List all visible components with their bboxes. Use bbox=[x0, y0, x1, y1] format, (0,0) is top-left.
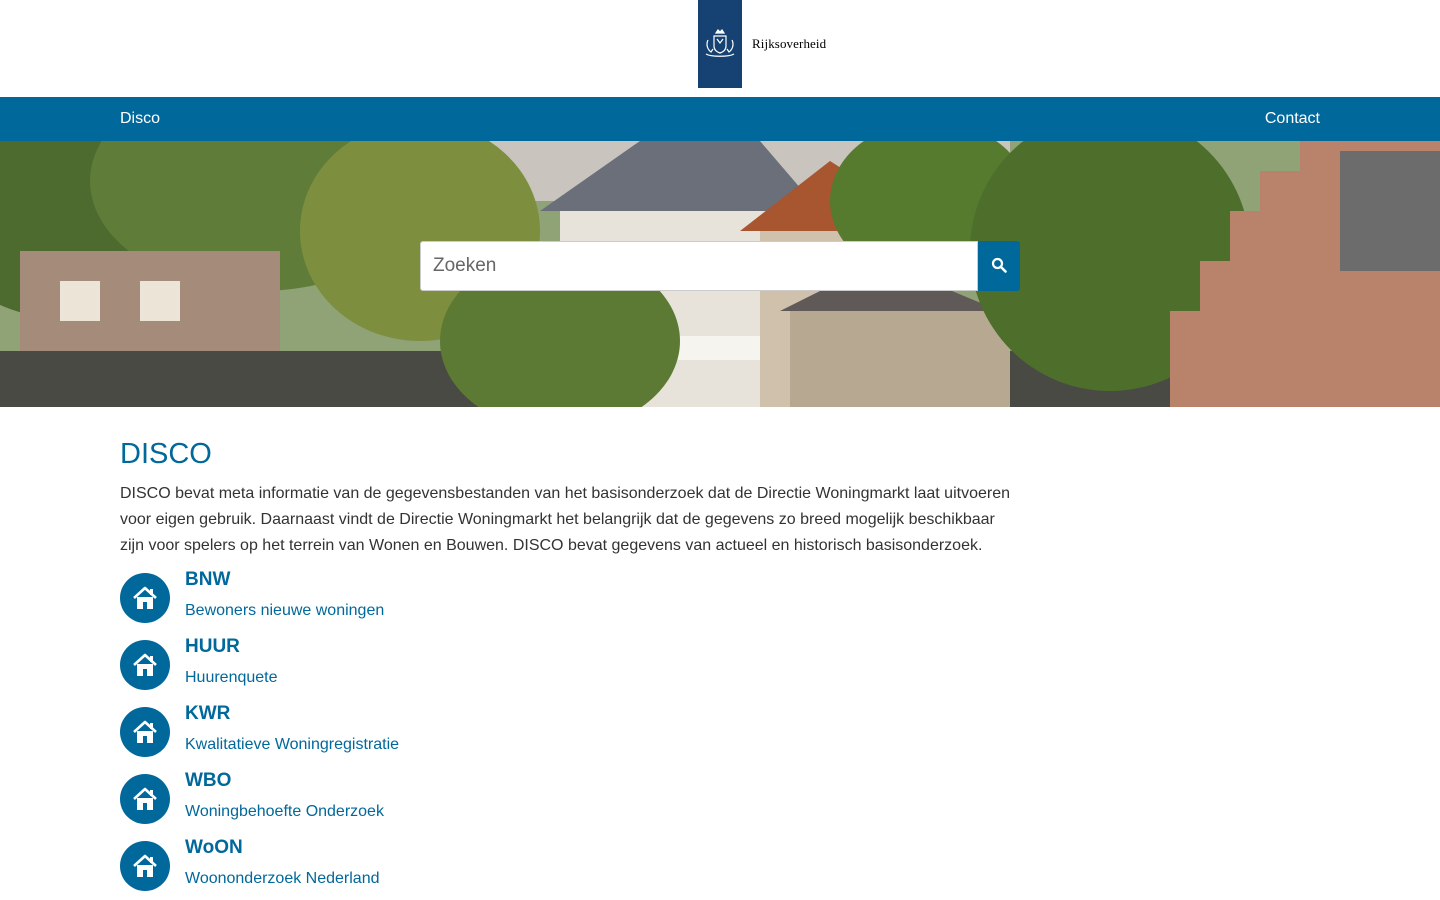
search-input[interactable] bbox=[420, 241, 978, 291]
dataset-code-link[interactable]: KWR bbox=[185, 703, 399, 725]
nav-home-link[interactable]: Disco bbox=[120, 97, 160, 141]
nav-contact-link[interactable]: Contact bbox=[1265, 97, 1320, 141]
dataset-code-link[interactable]: WoON bbox=[185, 837, 380, 859]
dataset-code-link[interactable]: BNW bbox=[185, 569, 384, 591]
intro-paragraph: DISCO bevat meta informatie van de gegev… bbox=[120, 485, 1010, 554]
hero-banner bbox=[0, 141, 1440, 407]
logo-text: Rijksoverheid bbox=[752, 36, 827, 51]
house-icon bbox=[120, 841, 170, 891]
main-navbar: Disco Contact bbox=[0, 97, 1440, 141]
house-icon bbox=[120, 707, 170, 757]
dataset-code-link[interactable]: WBO bbox=[185, 770, 384, 792]
dataset-item-kwr: KWR Kwalitatieve Woningregistratie bbox=[120, 703, 1020, 770]
search-form bbox=[420, 241, 1020, 291]
house-icon bbox=[120, 640, 170, 690]
page-title: DISCO bbox=[120, 438, 212, 470]
dataset-item-woon: WoON Woononderzoek Nederland bbox=[120, 837, 1020, 900]
dataset-description-link[interactable]: Huurenquete bbox=[185, 668, 278, 688]
search-icon bbox=[991, 257, 1007, 276]
main-content: DISCO DISCO bevat meta informatie van de… bbox=[120, 437, 1020, 900]
dataset-item-huur: HUUR Huurenquete bbox=[120, 636, 1020, 703]
dataset-description-link[interactable]: Kwalitatieve Woningregistratie bbox=[185, 735, 399, 755]
crown-coat-of-arms-icon bbox=[698, 0, 742, 88]
site-header: Rijksoverheid bbox=[0, 0, 1440, 97]
house-icon bbox=[120, 573, 170, 623]
house-icon bbox=[120, 774, 170, 824]
dataset-description-link[interactable]: Woononderzoek Nederland bbox=[185, 869, 380, 889]
dataset-list: BNW Bewoners nieuwe woningen HUUR Huuren… bbox=[120, 569, 1020, 900]
rijksoverheid-logo[interactable]: Rijksoverheid bbox=[698, 0, 826, 88]
dataset-code-link[interactable]: HUUR bbox=[185, 636, 278, 658]
dataset-item-wbo: WBO Woningbehoefte Onderzoek bbox=[120, 770, 1020, 837]
dataset-description-link[interactable]: Woningbehoefte Onderzoek bbox=[185, 802, 384, 822]
dataset-item-bnw: BNW Bewoners nieuwe woningen bbox=[120, 569, 1020, 636]
search-button[interactable] bbox=[978, 241, 1020, 291]
dataset-description-link[interactable]: Bewoners nieuwe woningen bbox=[185, 601, 384, 621]
